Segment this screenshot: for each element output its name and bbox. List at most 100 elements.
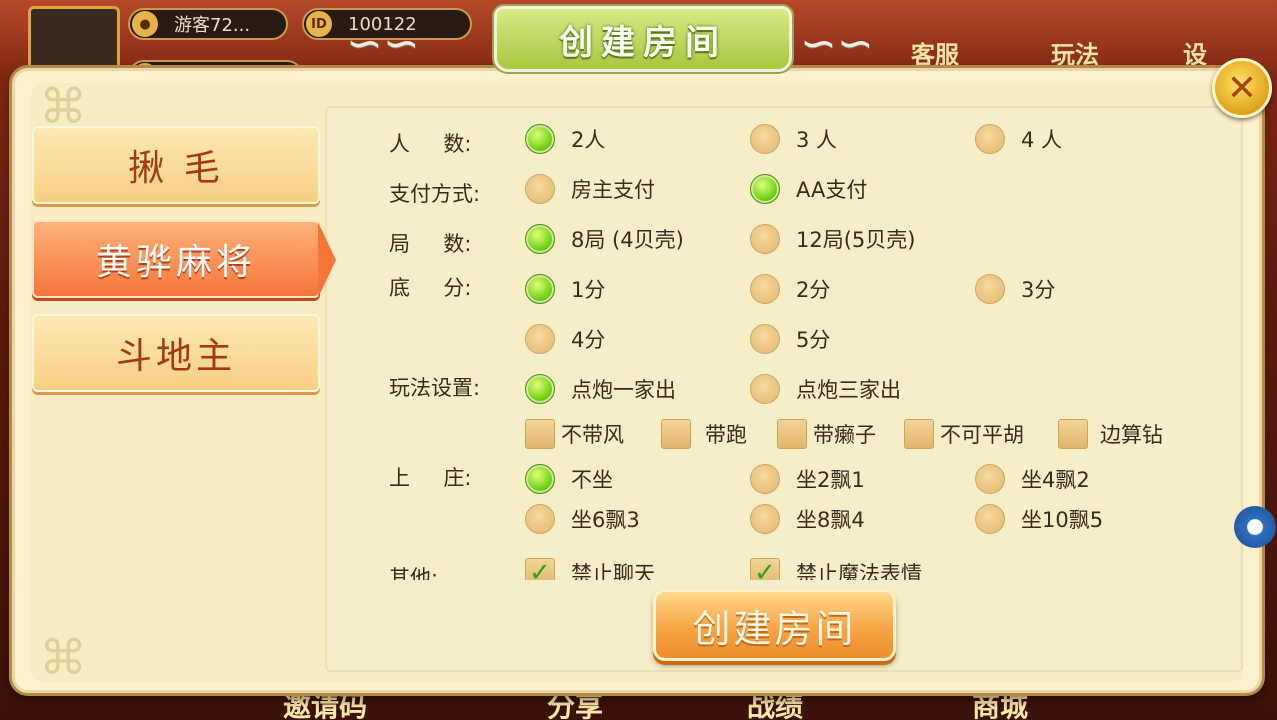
records-button[interactable]: 战绩: [720, 690, 830, 720]
floating-assist-icon[interactable]: ◆: [1234, 506, 1276, 548]
gameplay-label: 玩法设置:: [389, 376, 481, 400]
settings-label: 设: [1183, 41, 1207, 69]
shop-label: 商城: [971, 690, 1028, 720]
base-score-option-3[interactable]: 3分: [975, 274, 1055, 304]
radio: [750, 464, 780, 494]
banker-option-10-5[interactable]: 坐10飘5: [975, 504, 1103, 534]
base-score-option-4[interactable]: 4分: [525, 324, 605, 354]
banker-label: 上 庄:: [389, 466, 472, 490]
radio: [975, 504, 1005, 534]
option-text: 带癞子: [813, 423, 876, 447]
gameplay-check-no-pinghu[interactable]: 不可平胡: [904, 419, 1024, 449]
option-text: 4分: [571, 328, 606, 352]
checkbox: [661, 419, 691, 449]
gameplay-check-edge-drill[interactable]: 边算钻: [1058, 419, 1163, 449]
customer-service-button[interactable]: 客服: [900, 12, 970, 70]
options-scroll-area[interactable]: 人 数: 2人 3 人 4 人 支付方式: 房主支付 AA支付 局 数: 8局: [327, 108, 1241, 580]
close-icon[interactable]: ✕: [1212, 58, 1272, 118]
checkbox: [904, 419, 934, 449]
checkmark-icon: ✓: [750, 558, 780, 580]
option-text: 禁止魔法表情: [796, 562, 922, 580]
gameplay-check-wildcard[interactable]: 带癞子: [777, 419, 876, 449]
radio: [525, 324, 555, 354]
rounds-option-8[interactable]: 8局 (4贝壳): [525, 224, 684, 254]
players-option-2[interactable]: 2人: [525, 124, 605, 154]
base-score-option-2[interactable]: 2分: [750, 274, 830, 304]
player-name-pill: ● 游客72...: [128, 8, 288, 40]
create-room-button[interactable]: 创建房间: [653, 589, 896, 661]
players-option-3[interactable]: 3 人: [750, 124, 837, 154]
invite-code-button[interactable]: 邀请码: [250, 690, 400, 720]
tab-doudizhu[interactable]: 斗地主: [32, 314, 320, 392]
radio: [750, 374, 780, 404]
other-check-no-chat[interactable]: ✓ 禁止聊天: [525, 558, 655, 580]
customer-service-label: 客服: [911, 41, 959, 69]
base-score-label: 底 分:: [389, 276, 472, 300]
swirl-ornament-icon: ∽∽: [800, 18, 874, 69]
dialog-title: 创建房间: [559, 22, 727, 63]
gameplay-option-one-pays[interactable]: 点炮一家出: [525, 374, 676, 404]
option-text: 坐10飘5: [1021, 508, 1104, 532]
option-text: 4 人: [1021, 128, 1063, 152]
player-name: 游客72...: [174, 15, 251, 36]
radio: [750, 224, 780, 254]
banker-option-6-3[interactable]: 坐6飘3: [525, 504, 640, 534]
radio: [750, 324, 780, 354]
option-text: 边算钻: [1100, 423, 1163, 447]
option-text: 坐4飘2: [1021, 468, 1090, 492]
user-icon: ●: [132, 11, 158, 37]
option-text: 点炮三家出: [796, 378, 901, 402]
dialog-title-banner: 创建房间: [494, 6, 792, 72]
radio: [975, 274, 1005, 304]
radio: [525, 504, 555, 534]
option-text: 2分: [796, 278, 831, 302]
payment-option-host[interactable]: 房主支付: [525, 174, 655, 204]
radio-selected: [750, 174, 780, 204]
option-text: 坐8飘4: [796, 508, 865, 532]
other-check-no-magic-emoji[interactable]: ✓ 禁止魔法表情: [750, 558, 922, 580]
active-tab-arrow: [318, 222, 336, 298]
invite-code-label: 邀请码: [282, 690, 367, 720]
id-badge: ID: [306, 11, 332, 37]
shop-button[interactable]: 商城: [940, 690, 1060, 720]
banker-option-2-1[interactable]: 坐2飘1: [750, 464, 865, 494]
swirl-ornament-icon: ∽∽: [346, 18, 420, 69]
banker-option-none[interactable]: 不坐: [525, 464, 613, 494]
records-label: 战绩: [746, 690, 803, 720]
option-text: 房主支付: [571, 178, 655, 202]
option-text: 12局(5贝壳): [796, 228, 916, 252]
rounds-label: 局 数:: [389, 232, 472, 256]
cloud-ornament-icon: ⌘: [39, 630, 87, 686]
payment-option-aa[interactable]: AA支付: [750, 174, 867, 204]
share-button[interactable]: 分享: [520, 690, 630, 720]
radio-selected: [525, 374, 555, 404]
other-label: 其他:: [389, 566, 439, 580]
option-text: 不带风: [561, 423, 624, 447]
banker-option-8-4[interactable]: 坐8飘4: [750, 504, 865, 534]
players-option-4[interactable]: 4 人: [975, 124, 1062, 154]
base-score-option-1[interactable]: 1分: [525, 274, 605, 304]
rules-button[interactable]: 玩法: [1040, 12, 1110, 70]
base-score-option-5[interactable]: 5分: [750, 324, 830, 354]
radio: [750, 274, 780, 304]
radio: [750, 504, 780, 534]
tab-huanghua-mahjong[interactable]: 黄骅麻将: [32, 220, 320, 298]
tab-label: 斗地主: [115, 336, 236, 377]
option-text: 1分: [571, 278, 606, 302]
rounds-option-12[interactable]: 12局(5贝壳): [750, 224, 915, 254]
settings-button[interactable]: 设: [1160, 12, 1230, 70]
option-text: 3 人: [796, 128, 838, 152]
option-text: 不可平胡: [940, 423, 1024, 447]
options-panel: 人 数: 2人 3 人 4 人 支付方式: 房主支付 AA支付 局 数: 8局: [325, 106, 1243, 672]
gameplay-check-no-wind[interactable]: 不带风: [525, 419, 624, 449]
checkbox: [777, 419, 807, 449]
checkmark-icon: ✓: [525, 558, 555, 580]
banker-option-4-2[interactable]: 坐4飘2: [975, 464, 1090, 494]
option-text: 5分: [796, 328, 831, 352]
option-text: 不坐: [571, 468, 613, 492]
tab-jiumao[interactable]: 揪 毛: [32, 126, 320, 204]
option-text: 带跑: [705, 423, 747, 447]
gameplay-option-three-pay[interactable]: 点炮三家出: [750, 374, 901, 404]
players-label: 人 数:: [389, 132, 472, 156]
gameplay-check-with-run[interactable]: 带跑: [661, 419, 747, 449]
